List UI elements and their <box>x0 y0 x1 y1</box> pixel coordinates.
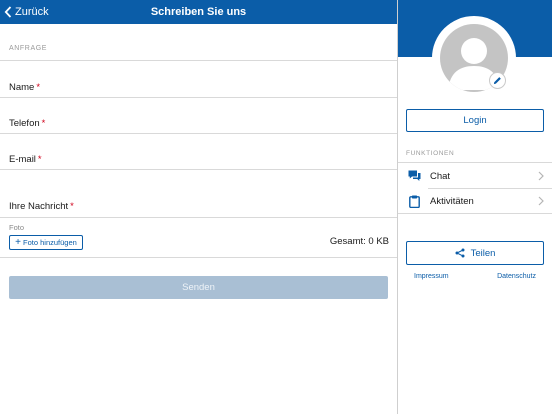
share-button[interactable]: Teilen <box>406 241 544 265</box>
pencil-icon <box>493 77 501 85</box>
top-bar: Zurück Schreiben Sie uns <box>0 0 397 24</box>
phone-field[interactable] <box>0 106 397 136</box>
back-button[interactable]: Zurück <box>4 0 49 24</box>
section-label-anfrage: ANFRAGE <box>9 45 48 52</box>
chat-icon <box>407 169 421 183</box>
impressum-link[interactable]: Impressum <box>414 273 449 280</box>
functions-label: FUNKTIONEN <box>406 150 455 157</box>
required-mark: * <box>41 118 46 129</box>
name-label: Name * <box>9 82 41 93</box>
login-button[interactable]: Login <box>406 109 544 132</box>
menu-item-chat[interactable]: Chat <box>398 164 552 188</box>
email-field[interactable] <box>0 142 397 172</box>
foto-label: Foto <box>9 223 25 232</box>
share-icon <box>455 248 465 258</box>
menu-item-label: Aktivitäten <box>430 195 474 207</box>
chevron-left-icon <box>4 6 12 18</box>
required-mark: * <box>70 201 74 212</box>
divider <box>0 257 397 258</box>
login-label: Login <box>463 115 487 126</box>
sidebar: Login FUNKTIONEN Chat Aktivitäten Teilen… <box>398 0 552 414</box>
datenschutz-link[interactable]: Datenschutz <box>497 273 536 280</box>
divider <box>0 60 397 61</box>
message-label: Ihre Nachricht * <box>9 201 74 212</box>
contact-form-pane: Zurück Schreiben Sie uns ANFRAGE Name * T… <box>0 0 397 414</box>
divider <box>398 213 552 214</box>
edit-avatar-button[interactable] <box>489 72 506 89</box>
back-label: Zurück <box>15 6 49 18</box>
send-button[interactable]: Senden <box>9 276 388 299</box>
required-mark: * <box>37 154 42 165</box>
divider <box>0 217 397 218</box>
chevron-right-icon <box>538 196 544 206</box>
share-label: Teilen <box>470 247 496 259</box>
clipboard-icon <box>407 194 421 208</box>
total-size: Gesamt: 0 KB <box>329 236 389 247</box>
required-mark: * <box>36 82 41 93</box>
send-label: Senden <box>182 282 215 293</box>
divider <box>0 97 397 98</box>
plus-icon: + <box>15 236 22 248</box>
page-title: Schreiben Sie uns <box>150 6 247 18</box>
add-photo-button[interactable]: + Foto hinzufügen <box>9 235 83 250</box>
divider <box>0 133 397 134</box>
email-label: E-mail * <box>9 154 42 165</box>
divider <box>0 169 397 170</box>
name-field[interactable] <box>0 70 397 100</box>
phone-label: Telefon * <box>9 118 46 129</box>
menu-item-label: Chat <box>430 170 451 182</box>
chevron-right-icon <box>538 171 544 181</box>
divider <box>398 162 552 163</box>
menu-item-activities[interactable]: Aktivitäten <box>398 189 552 213</box>
add-photo-label: Foto hinzufügen <box>23 238 77 247</box>
